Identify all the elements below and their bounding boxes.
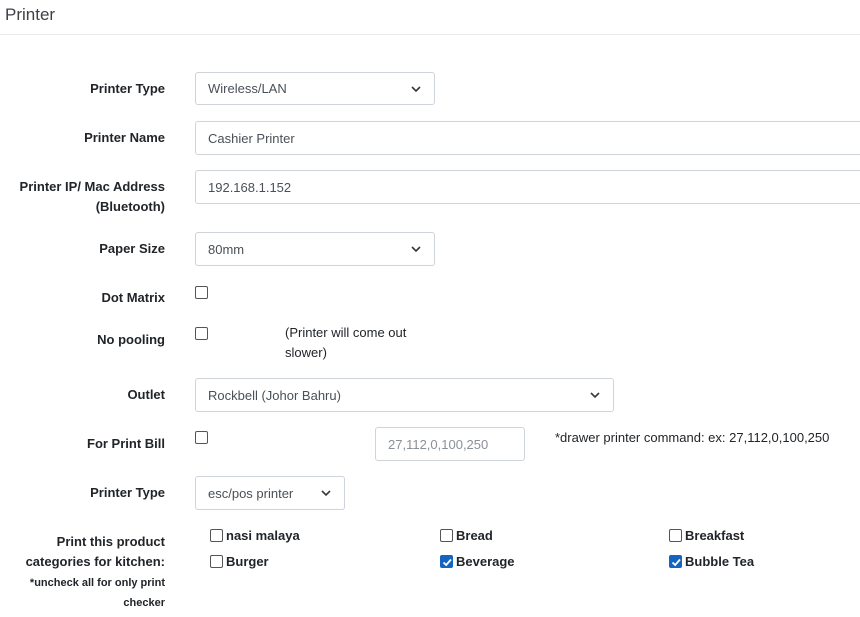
outlet-label: Outlet [127, 387, 165, 402]
categories-note-line2: checker [123, 597, 165, 609]
category-checkbox[interactable] [669, 529, 682, 542]
category-label: Breakfast [685, 528, 745, 543]
category-checkbox[interactable] [440, 529, 453, 542]
checkmark-icon [442, 558, 452, 567]
drawer-command-input[interactable]: 27,112,0,100,250 [375, 427, 525, 461]
no-pooling-checkbox[interactable] [195, 327, 208, 340]
dot-matrix-label: Dot Matrix [101, 290, 165, 305]
for-print-bill-checkbox[interactable] [195, 431, 208, 444]
for-print-bill-label: For Print Bill [87, 436, 165, 451]
page-header: Printer [0, 0, 860, 35]
printer-ip-value: 192.168.1.152 [208, 179, 292, 195]
no-pooling-note-line2: slower) [285, 345, 327, 360]
page-title: Printer [5, 5, 56, 24]
dot-matrix-checkbox[interactable] [195, 286, 208, 299]
chevron-down-icon [590, 392, 600, 399]
categories-label-line1: Print this product [56, 534, 165, 549]
paper-size-select[interactable]: 80mm [195, 232, 435, 266]
categories-note-line1: *uncheck all for only print [29, 577, 165, 589]
category-label: Burger [226, 554, 269, 569]
category-nasi-malaya[interactable]: nasi malaya [210, 528, 300, 543]
category-bread[interactable]: Bread [440, 528, 493, 543]
drawer-command-placeholder: 27,112,0,100,250 [388, 436, 489, 452]
paper-size-value: 80mm [208, 241, 245, 257]
drawer-command-hint: *drawer printer command: ex: 27,112,0,10… [555, 430, 830, 445]
printer-ip-label-line1: Printer IP/ Mac Address [19, 179, 165, 194]
paper-size-label: Paper Size [99, 241, 165, 256]
category-label: nasi malaya [226, 528, 300, 543]
chevron-down-icon [411, 246, 421, 253]
category-checkbox[interactable] [669, 555, 682, 568]
outlet-select[interactable]: Rockbell (Johor Bahru) [195, 378, 614, 412]
printer-type-select[interactable]: Wireless/LAN [195, 72, 435, 105]
printer-type-label: Printer Type [90, 81, 165, 96]
categories-label-line2: categories for kitchen: [25, 554, 165, 569]
category-label: Bread [456, 528, 493, 543]
category-burger[interactable]: Burger [210, 554, 269, 569]
printer-name-input[interactable]: Cashier Printer [195, 121, 860, 155]
no-pooling-note-line1: (Printer will come out [285, 325, 407, 340]
printer-type-2-select[interactable]: esc/pos printer [195, 476, 345, 510]
chevron-down-icon [411, 85, 421, 92]
checkmark-icon [671, 558, 681, 567]
printer-name-value: Cashier Printer [208, 130, 295, 146]
chevron-down-icon [321, 490, 331, 497]
category-label: Bubble Tea [685, 554, 755, 569]
category-checkbox[interactable] [210, 555, 223, 568]
category-bubble-tea[interactable]: Bubble Tea [669, 554, 754, 569]
category-checkbox[interactable] [210, 529, 223, 542]
printer-ip-input[interactable]: 192.168.1.152 [195, 170, 860, 204]
outlet-value: Rockbell (Johor Bahru) [208, 387, 341, 403]
printer-type-2-value: esc/pos printer [208, 485, 294, 501]
printer-type-value: Wireless/LAN [208, 81, 287, 96]
printer-ip-label-line2: (Bluetooth) [95, 199, 165, 214]
category-label: Beverage [456, 554, 515, 569]
no-pooling-label: No pooling [97, 332, 165, 347]
printer-name-label: Printer Name [84, 130, 165, 145]
category-beverage[interactable]: Beverage [440, 554, 515, 569]
category-breakfast[interactable]: Breakfast [669, 528, 744, 543]
category-checkbox[interactable] [440, 555, 453, 568]
printer-type-2-label: Printer Type [90, 485, 165, 500]
